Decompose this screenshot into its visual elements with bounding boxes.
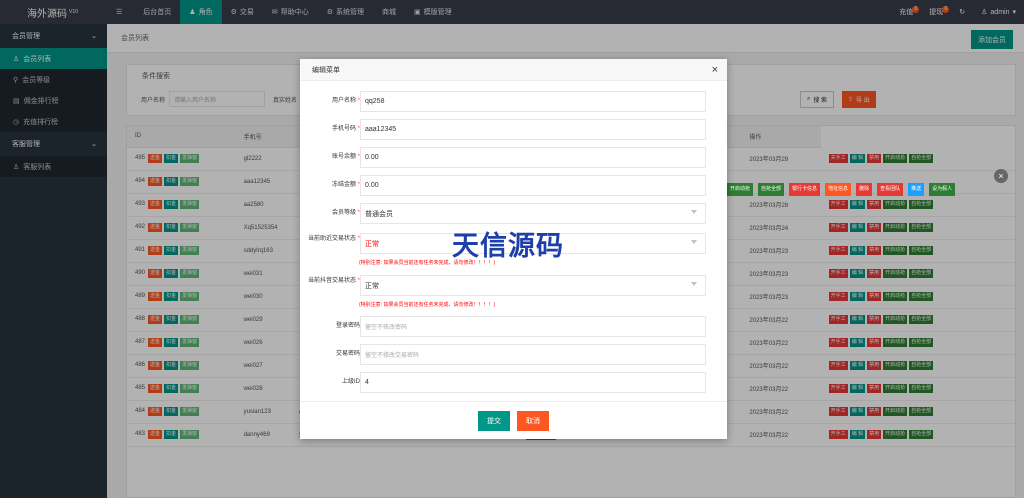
row-extra-op-button[interactable]: 设为假人	[929, 183, 955, 196]
dialog-title: 编辑菜单	[300, 59, 727, 81]
row-extra-op-button[interactable]: 推送	[908, 183, 924, 196]
field-label: 用户名称 *	[300, 91, 360, 106]
field-select[interactable]: 正常	[360, 275, 706, 296]
form-row: 冻结金额 *0.00	[300, 175, 727, 190]
chevron-down-icon	[691, 240, 697, 244]
field-label: 交易密码	[300, 344, 360, 359]
row-extra-actions: 开启动抢自抢全部银行卡信息地址信息删除查看团队推送设为假人	[727, 183, 957, 196]
form-row: 手机号码 *aaa12345	[300, 119, 727, 134]
field-label: 登录密码	[300, 316, 360, 331]
watermark: 天信源码	[452, 224, 564, 263]
field-label: 账号余额 *	[300, 147, 360, 162]
field-label: 上级ID	[300, 372, 360, 387]
form-row: 账号余额 *0.00	[300, 147, 727, 162]
row-extra-op-button[interactable]: 开启动抢	[727, 183, 753, 196]
field-label: 当前抖音交易状态 *	[300, 275, 360, 286]
field-input[interactable]: aaa12345	[360, 119, 706, 140]
field-label: 会员等级 *	[300, 203, 360, 218]
row-extra-op-button[interactable]: 银行卡信息	[789, 183, 820, 196]
form-row: 交易密码留空不修改交易密码	[300, 344, 727, 359]
row-extra-op-button[interactable]: 查看团队	[877, 183, 903, 196]
field-label: 手机号码 *	[300, 119, 360, 134]
form-row: 当前抖音交易状态 *正常	[300, 275, 727, 286]
form-row: 登录密码留空不修改密码	[300, 316, 727, 331]
field-input[interactable]: 4	[360, 372, 706, 393]
close-icon[interactable]: ×	[994, 169, 1008, 183]
form-row: 上级ID4	[300, 372, 727, 387]
row-extra-op-button[interactable]: 删除	[856, 183, 872, 196]
form-row: 用户名称 *qq258	[300, 91, 727, 106]
field-input[interactable]: 0.00	[360, 175, 706, 196]
form-row: 会员等级 *普通会员	[300, 203, 727, 218]
field-warning: (特别注意: 如果会员当前还有任务未完成，请勿修改！！！！)	[359, 301, 495, 308]
row-extra-op-button[interactable]: 地址信息	[825, 183, 851, 196]
field-input[interactable]: qq258	[360, 91, 706, 112]
field-label: 冻结金额 *	[300, 175, 360, 190]
field-select[interactable]: 普通会员	[360, 203, 706, 224]
submit-button[interactable]: 提交	[478, 411, 510, 431]
row-extra-op-button[interactable]: 自抢全部	[758, 183, 784, 196]
password-field[interactable]: 留空不修改交易密码	[360, 344, 706, 365]
chevron-down-icon	[691, 282, 697, 286]
dialog-footer: 提交 取消	[300, 401, 727, 439]
field-input[interactable]: 0.00	[360, 147, 706, 168]
dialog-close-icon[interactable]: ×	[712, 64, 718, 76]
chevron-down-icon	[691, 210, 697, 214]
field-label: 当前助近交易状态 *	[300, 233, 360, 244]
password-field[interactable]: 留空不修改密码	[360, 316, 706, 337]
cancel-button[interactable]: 取消	[517, 411, 549, 431]
